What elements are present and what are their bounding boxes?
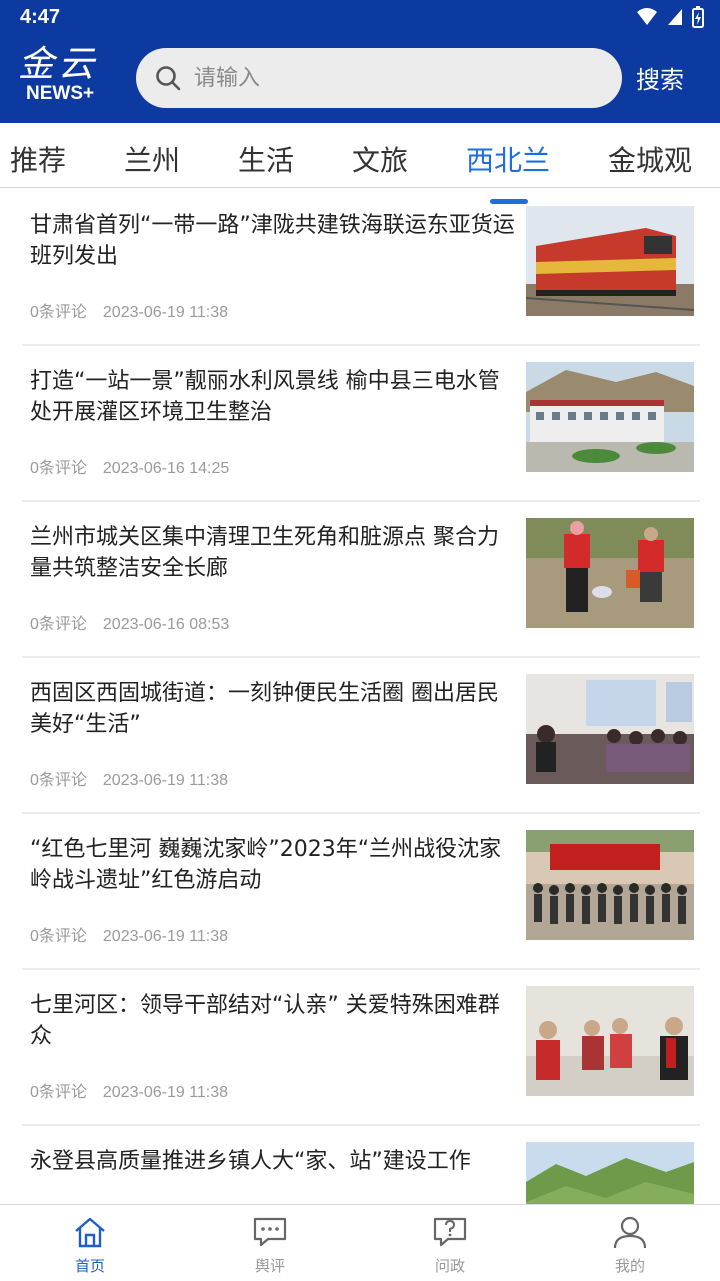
news-meta: 0条评论 2023-06-19 11:38	[30, 1078, 228, 1102]
publish-time: 2023-06-19 11:38	[102, 1084, 229, 1101]
nav-home[interactable]: 首页	[0, 1205, 180, 1281]
nav-question[interactable]: 问政	[360, 1205, 540, 1281]
signal-icon	[668, 9, 682, 25]
status-bar: 4:47	[0, 0, 720, 36]
comment-count: 0条评论	[30, 772, 87, 789]
news-title: 永登县高质量推进乡镇人大“家、站”建设工作	[30, 1149, 471, 1174]
news-meta: 0条评论 2023-06-16 14:25	[30, 454, 229, 478]
nav-profile[interactable]: 我的	[540, 1205, 720, 1281]
tab-recommend[interactable]: 推荐	[10, 139, 66, 179]
news-meta: 0条评论 2023-06-19 11:38	[30, 298, 228, 322]
news-meta: 0条评论 2023-06-16 08:53	[30, 610, 229, 634]
search-input[interactable]	[192, 64, 596, 92]
news-title: 西固区西固城街道：一刻钟便民生活圈 圈出居民美好“生活”	[30, 681, 499, 737]
search-button[interactable]: 搜索	[636, 60, 684, 95]
nav-home-label: 首页	[74, 1257, 105, 1275]
news-thumbnail-music-room	[526, 674, 694, 784]
comment-icon	[253, 1217, 287, 1247]
news-item[interactable]: 西固区西固城街道：一刻钟便民生活圈 圈出居民美好“生活” 0条评论 2023-06…	[22, 656, 700, 814]
news-title: 兰州市城关区集中清理卫生死角和脏源点 聚合力量共筑整洁安全长廊	[30, 525, 499, 581]
publish-time: 2023-06-19 11:38	[102, 928, 229, 945]
nav-comment-label: 舆评	[254, 1257, 285, 1275]
news-meta: 0条评论 2023-06-19 11:38	[30, 766, 228, 790]
tab-jinchengguan[interactable]: 金城观	[608, 139, 692, 179]
tab-xibeilan[interactable]: 西北兰	[466, 139, 550, 179]
news-title: “红色七里河 巍巍沈家岭”2023年“兰州战役沈家岭战斗遗址”红色游启动	[30, 837, 502, 893]
category-tabs: 推荐 兰州 生活 文旅 西北兰 金城观	[0, 123, 720, 204]
search-bar[interactable]	[136, 48, 622, 108]
tab-culture-travel[interactable]: 文旅	[352, 139, 408, 179]
publish-time: 2023-06-19 11:38	[102, 304, 229, 321]
status-icons	[636, 6, 704, 28]
comment-count: 0条评论	[30, 304, 87, 321]
comment-count: 0条评论	[30, 460, 87, 477]
news-item[interactable]: 七里河区：领导干部结对“认亲” 关爱特殊困难群众 0条评论 2023-06-19 …	[22, 968, 700, 1126]
question-icon	[433, 1217, 467, 1247]
home-icon	[75, 1217, 105, 1248]
nav-comment[interactable]: 舆评	[180, 1205, 360, 1281]
comment-count: 0条评论	[30, 928, 87, 945]
tab-life[interactable]: 生活	[238, 139, 294, 179]
comment-count: 0条评论	[30, 1084, 87, 1101]
user-icon	[613, 1216, 647, 1249]
logo-chinese: 金云	[18, 44, 99, 85]
publish-time: 2023-06-19 11:38	[102, 772, 229, 789]
nav-profile-label: 我的	[614, 1257, 645, 1275]
news-thumbnail-ceremony	[526, 830, 694, 940]
battery-icon	[692, 6, 704, 28]
comment-count: 0条评论	[30, 616, 87, 633]
news-title: 打造“一站一景”靓丽水利风景线 榆中县三电水管处开展灌区环境卫生整治	[30, 369, 500, 425]
news-thumbnail-train	[526, 206, 694, 316]
news-thumbnail-volunteers	[526, 518, 694, 628]
news-item[interactable]: 甘肃省首列“一带一路”津陇共建铁海联运东亚货运班列发出 0条评论 2023-06-…	[22, 188, 700, 346]
nav-question-label: 问政	[434, 1257, 465, 1275]
news-item[interactable]: 永登县高质量推进乡镇人大“家、站”建设工作	[22, 1124, 700, 1204]
publish-time: 2023-06-16 14:25	[102, 460, 230, 477]
news-title: 甘肃省首列“一带一路”津陇共建铁海联运东亚货运班列发出	[30, 213, 515, 269]
status-time: 4:47	[20, 6, 61, 28]
app-header: 4:47 金云 NEWS+ 搜索	[0, 0, 720, 123]
news-item[interactable]: 兰州市城关区集中清理卫生死角和脏源点 聚合力量共筑整洁安全长廊 0条评论 2023…	[22, 500, 700, 658]
news-item[interactable]: “红色七里河 巍巍沈家岭”2023年“兰州战役沈家岭战斗遗址”红色游启动 0条评…	[22, 812, 700, 970]
bottom-navigation: 首页 舆评 问政 我的	[0, 1204, 720, 1281]
logo-english: NEWS+	[26, 83, 95, 104]
news-list: 甘肃省首列“一带一路”津陇共建铁海联运东亚货运班列发出 0条评论 2023-06-…	[0, 188, 720, 1204]
news-title: 七里河区：领导干部结对“认亲” 关爱特殊困难群众	[30, 993, 500, 1049]
news-thumbnail-building	[526, 362, 694, 472]
news-meta: 0条评论 2023-06-19 11:38	[30, 922, 228, 946]
publish-time: 2023-06-16 08:53	[102, 616, 230, 633]
app-logo: 金云 NEWS+	[18, 46, 122, 110]
news-thumbnail-hills	[526, 1142, 694, 1204]
tab-lanzhou[interactable]: 兰州	[124, 139, 180, 179]
search-icon	[156, 66, 181, 91]
news-item[interactable]: 打造“一站一景”靓丽水利风景线 榆中县三电水管处开展灌区环境卫生整治 0条评论 2…	[22, 344, 700, 502]
news-thumbnail-visit	[526, 986, 694, 1096]
wifi-icon	[637, 8, 657, 25]
